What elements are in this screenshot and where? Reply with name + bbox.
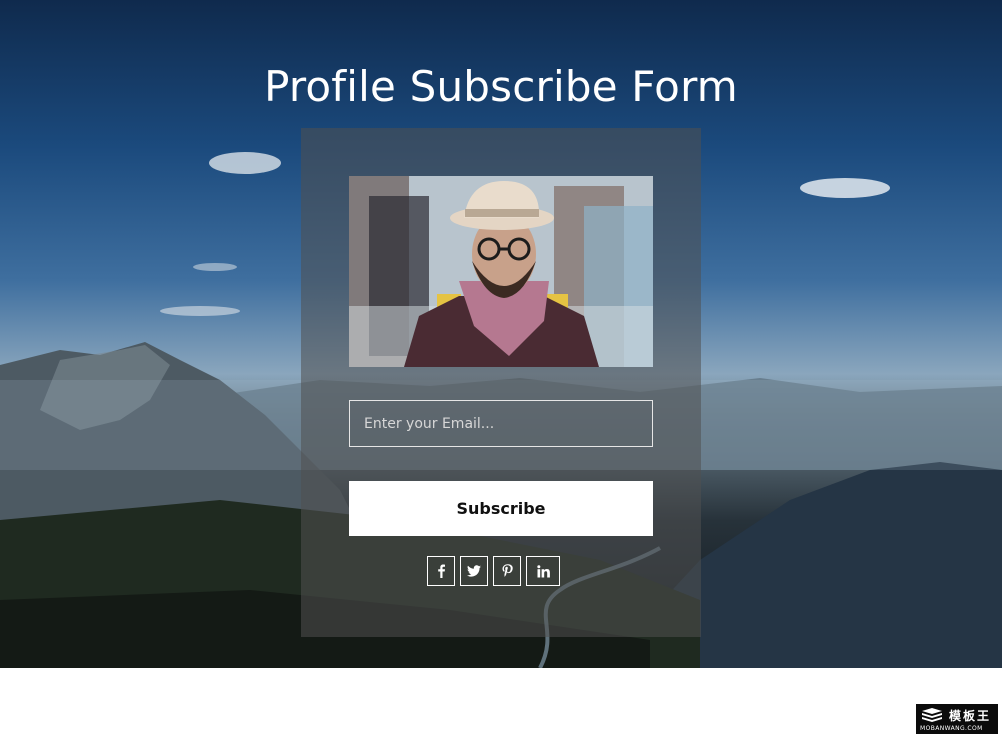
twitter-icon [467,565,481,577]
facebook-link[interactable] [427,556,455,586]
book-stack-icon [922,708,942,722]
social-links [427,556,560,588]
subscribe-card: Subscribe [301,128,701,637]
profile-photo [349,176,653,367]
email-input[interactable] [349,400,653,447]
pinterest-icon [502,564,513,577]
page-title: Profile Subscribe Form [264,62,738,112]
pinterest-link[interactable] [493,556,521,586]
watermark-logo: 模板王 MOBANWANG.COM [916,704,998,734]
facebook-icon [438,564,445,578]
watermark-en-text: MOBANWANG.COM [920,725,983,732]
twitter-link[interactable] [460,556,488,586]
linkedin-icon [536,564,550,577]
subscribe-button[interactable]: Subscribe [349,481,653,536]
watermark-cn-text: 模板王 [949,709,992,723]
linkedin-link[interactable] [526,556,560,586]
